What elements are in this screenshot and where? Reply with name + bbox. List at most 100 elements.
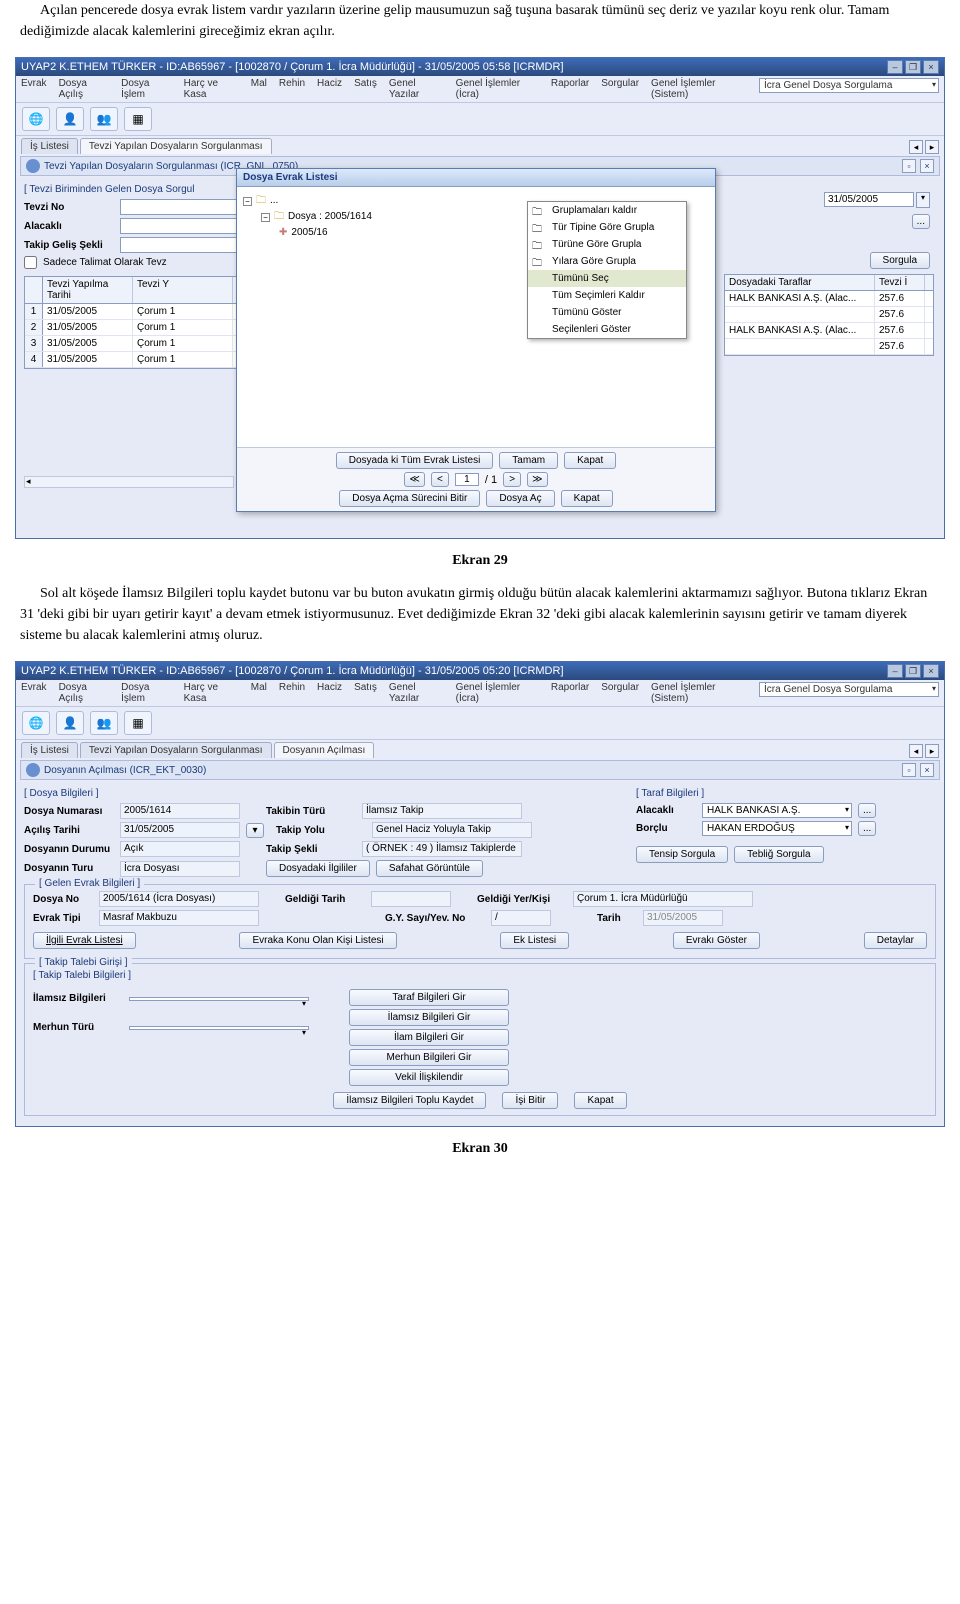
tab-dosyanin-acilmasi[interactable]: Dosyanın Açılması [274, 742, 375, 758]
alacakli-select[interactable]: HALK BANKASI A.Ş. [702, 803, 852, 818]
ilam-bilgileri-gir-button[interactable]: İlam Bilgileri Gir [349, 1029, 509, 1046]
takip-gelis-input[interactable] [120, 237, 240, 253]
tab-tevzi-sorgulama[interactable]: Tevzi Yapılan Dosyaların Sorgulanması [80, 138, 272, 154]
table-row[interactable]: 131/05/2005Çorum 1 [25, 304, 243, 320]
sorgula-button[interactable]: Sorgula [870, 252, 930, 269]
ilamsiz-select[interactable] [129, 997, 309, 1001]
isi-bitir-button[interactable]: İşi Bitir [502, 1092, 558, 1109]
subheader-x-icon[interactable]: × [920, 763, 934, 777]
menu-haciz[interactable]: Haciz [317, 78, 342, 100]
borclu-select[interactable]: HAKAN ERDOĞUŞ [702, 821, 852, 836]
menu-harc-kasa[interactable]: Harç ve Kasa [184, 682, 239, 704]
menu-genel-islemler-sistem[interactable]: Genel İşlemler (Sistem) [651, 78, 747, 100]
menu-genel-yazilar[interactable]: Genel Yazılar [389, 682, 444, 704]
menu-dosya-acilis[interactable]: Dosya Açılış [59, 78, 110, 100]
ilgili-evrak-button[interactable]: İlgili Evrak Listesi [33, 932, 136, 949]
menu-sorgular[interactable]: Sorgular [601, 78, 639, 100]
vekil-iliskilendir-button[interactable]: Vekil İlişkilendir [349, 1069, 509, 1086]
cm-turune-grupla[interactable]: 🗀Türüne Göre Grupla [528, 236, 686, 253]
dots-button[interactable]: ... [858, 803, 876, 818]
tab-is-listesi[interactable]: İş Listesi [21, 742, 78, 758]
tree-leaf[interactable]: 2005/16 [291, 225, 327, 241]
users-icon[interactable]: 👥 [90, 107, 118, 131]
user-icon[interactable]: 👤 [56, 711, 84, 735]
menu-mal[interactable]: Mal [251, 78, 267, 100]
date-dropdown-icon[interactable]: ▾ [916, 192, 930, 208]
top-dropdown[interactable]: İcra Genel Dosya Sorgulama [759, 682, 939, 697]
th-tevzi-y[interactable]: Tevzi Y [133, 277, 233, 303]
grid-icon[interactable]: ▦ [124, 107, 152, 131]
plus-icon[interactable]: ✚ [279, 225, 287, 241]
table-row[interactable]: 431/05/2005Çorum 1 [25, 352, 243, 368]
tab-prev-icon[interactable]: ◂ [909, 140, 923, 154]
th-tarih[interactable]: Tevzi Yapılma Tarihi [43, 277, 133, 303]
tab-next-icon[interactable]: ▸ [925, 140, 939, 154]
globe-icon[interactable]: 🌐 [22, 711, 50, 735]
menu-satis[interactable]: Satış [354, 78, 377, 100]
surec-bitir-button[interactable]: Dosya Açma Sürecini Bitir [339, 490, 480, 507]
table-row[interactable]: 257.6 [725, 307, 933, 323]
cm-yilara-grupla[interactable]: 🗀Yılara Göre Grupla [528, 253, 686, 270]
th-tevzi-i[interactable]: Tevzi İ [875, 275, 925, 290]
menu-sorgular[interactable]: Sorgular [601, 682, 639, 704]
merhun-select[interactable] [129, 1026, 309, 1030]
detaylar-button[interactable]: Detaylar [864, 932, 927, 949]
menu-dosya-acilis[interactable]: Dosya Açılış [59, 682, 110, 704]
menu-evrak[interactable]: Evrak [21, 78, 47, 100]
table-row[interactable]: HALK BANKASI A.Ş. (Alac...257.6 [725, 323, 933, 339]
menu-rehin[interactable]: Rehin [279, 78, 305, 100]
tab-tevzi-sorgulama[interactable]: Tevzi Yapılan Dosyaların Sorgulanması [80, 742, 272, 758]
taraf-bilgileri-gir-button[interactable]: Taraf Bilgileri Gir [349, 989, 509, 1006]
horizontal-scrollbar[interactable] [24, 476, 234, 488]
ilgililer-button[interactable]: Dosyadaki İlgililer [266, 860, 370, 877]
menu-raporlar[interactable]: Raporlar [551, 78, 589, 100]
kapat-button[interactable]: Kapat [564, 452, 616, 469]
minimize-icon[interactable]: – [887, 664, 903, 678]
tum-evrak-listesi-button[interactable]: Dosyada ki Tüm Evrak Listesi [336, 452, 494, 469]
th-taraflar[interactable]: Dosyadaki Taraflar [725, 275, 875, 290]
dots-button[interactable]: ... [858, 821, 876, 836]
cm-tur-tipine-grupla[interactable]: 🗀Tür Tipine Göre Grupla [528, 219, 686, 236]
tree-collapse-icon[interactable]: − [261, 213, 270, 222]
tab-prev-icon[interactable]: ◂ [909, 744, 923, 758]
tamam-button[interactable]: Tamam [499, 452, 558, 469]
close-icon[interactable]: × [923, 664, 939, 678]
tab-is-listesi[interactable]: İş Listesi [21, 138, 78, 154]
tevzi-no-input[interactable] [120, 199, 240, 215]
subheader-close-icon[interactable]: ▫ [902, 159, 916, 173]
menu-satis[interactable]: Satış [354, 682, 377, 704]
menu-mal[interactable]: Mal [251, 682, 267, 704]
menu-haciz[interactable]: Haciz [317, 682, 342, 704]
tree-collapse-icon[interactable]: − [243, 197, 252, 206]
kapat-button[interactable]: Kapat [574, 1092, 626, 1109]
alacakli-input[interactable] [120, 218, 240, 234]
prev-page-icon[interactable]: < [431, 472, 449, 487]
menu-genel-islemler-icra[interactable]: Genel İşlemler (İcra) [456, 682, 539, 704]
evraka-konu-kisi-button[interactable]: Evraka Konu Olan Kişi Listesi [239, 932, 396, 949]
menu-genel-islemler-icra[interactable]: Genel İşlemler (İcra) [456, 78, 539, 100]
first-page-icon[interactable]: ≪ [404, 472, 424, 487]
top-dropdown[interactable]: İcra Genel Dosya Sorgulama [759, 78, 939, 93]
table-row[interactable]: 231/05/2005Çorum 1 [25, 320, 243, 336]
menu-rehin[interactable]: Rehin [279, 682, 305, 704]
table-row[interactable]: HALK BANKASI A.Ş. (Alac...257.6 [725, 291, 933, 307]
tab-next-icon[interactable]: ▸ [925, 744, 939, 758]
kapat-button-2[interactable]: Kapat [561, 490, 613, 507]
safahat-button[interactable]: Safahat Görüntüle [376, 860, 483, 877]
toplu-kaydet-button[interactable]: İlamsız Bilgileri Toplu Kaydet [333, 1092, 486, 1109]
maximize-icon[interactable]: ❐ [905, 664, 921, 678]
date-input[interactable]: 31/05/2005 [824, 192, 914, 207]
grid-icon[interactable]: ▦ [124, 711, 152, 735]
maximize-icon[interactable]: ❐ [905, 60, 921, 74]
evraki-goster-button[interactable]: Evrakı Göster [673, 932, 760, 949]
menu-evrak[interactable]: Evrak [21, 682, 47, 704]
cm-gruplamalari-kaldir[interactable]: 🗀Gruplamaları kaldır [528, 202, 686, 219]
subheader-close-icon[interactable]: ▫ [902, 763, 916, 777]
menu-harc-kasa[interactable]: Harç ve Kasa [184, 78, 239, 100]
dots-button[interactable]: ... [912, 214, 930, 229]
date-dropdown-icon[interactable]: ▾ [246, 823, 264, 838]
menu-dosya-islem[interactable]: Dosya İşlem [121, 682, 172, 704]
table-row[interactable]: 331/05/2005Çorum 1 [25, 336, 243, 352]
menu-genel-islemler-sistem[interactable]: Genel İşlemler (Sistem) [651, 682, 747, 704]
talimat-checkbox[interactable] [24, 256, 37, 269]
